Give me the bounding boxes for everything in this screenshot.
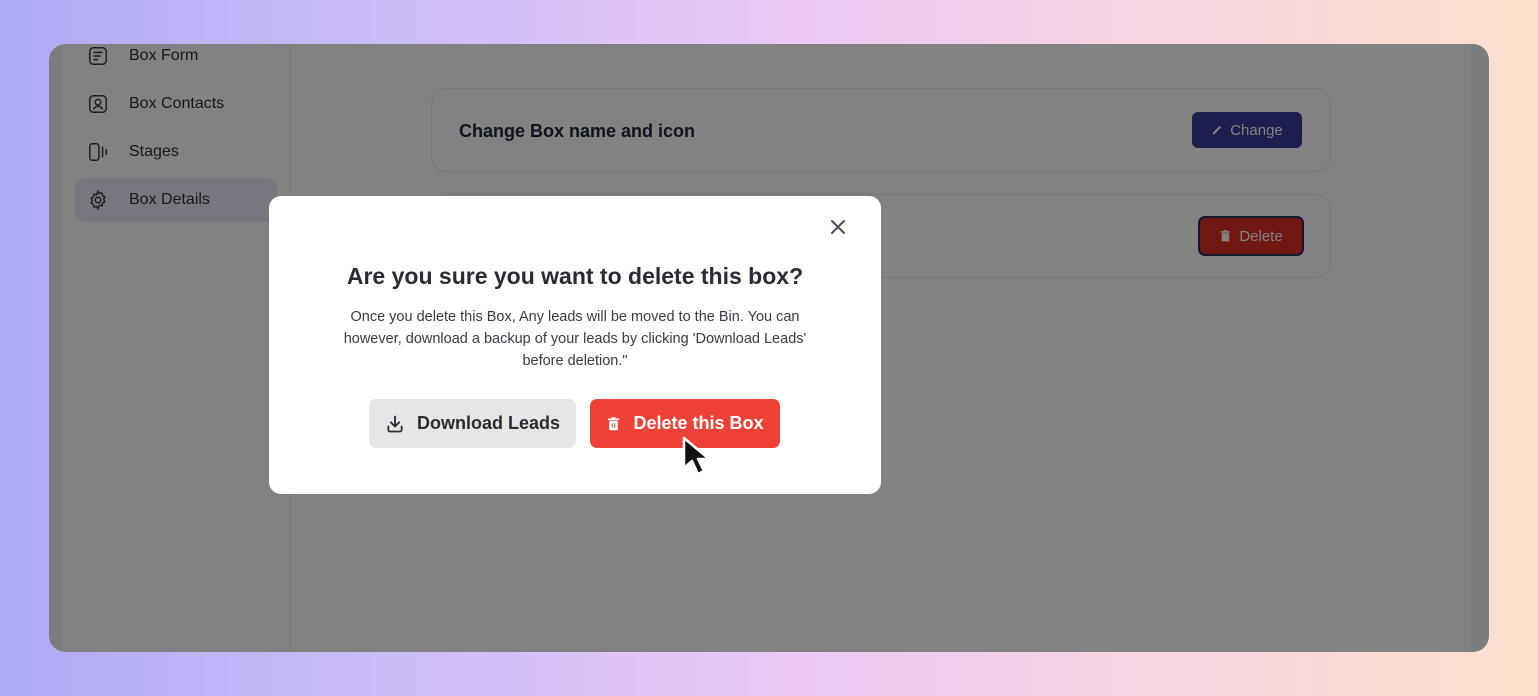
dialog-body: Once you delete this Box, Any leads will… [343, 309, 807, 369]
close-icon [831, 220, 845, 234]
mouse-cursor-icon [682, 436, 711, 476]
delete-this-box-label: Delete this Box [633, 413, 764, 433]
download-leads-button[interactable]: Download Leads [369, 399, 576, 448]
dialog-title: Are you sure you want to delete this box… [346, 263, 804, 289]
download-leads-label: Download Leads [416, 413, 560, 433]
delete-confirm-dialog: Are you sure you want to delete this box… [269, 196, 881, 494]
app-window: Box Form Box Contacts Stages Box Details… [49, 44, 1489, 652]
close-button[interactable] [827, 216, 849, 238]
trash-icon [608, 416, 620, 430]
download-icon [387, 415, 403, 432]
